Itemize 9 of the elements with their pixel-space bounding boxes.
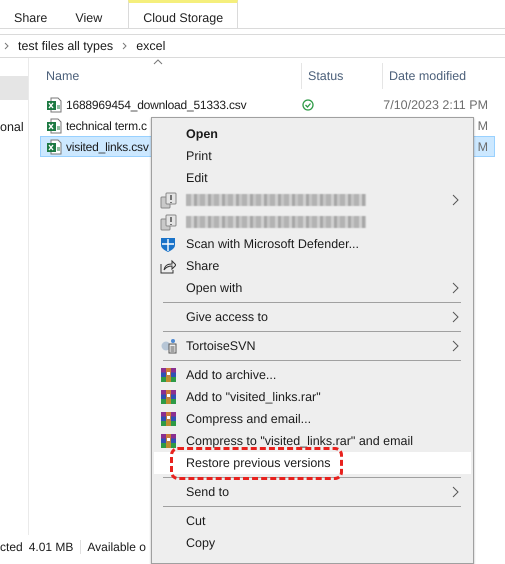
file-name: technical term.c [66,118,147,132]
date-modified: M [476,140,489,154]
date-modified: M [476,118,489,132]
file-name: 1688969454_download_51333.csv [66,98,246,112]
file-name: visited_links.csv [66,140,149,154]
status-text: Available o [87,540,147,554]
date-modified: 7/10/2023 2:11 PM [382,98,489,112]
status-text: cted [0,540,24,554]
status-text: 4.01 MB [28,540,74,554]
